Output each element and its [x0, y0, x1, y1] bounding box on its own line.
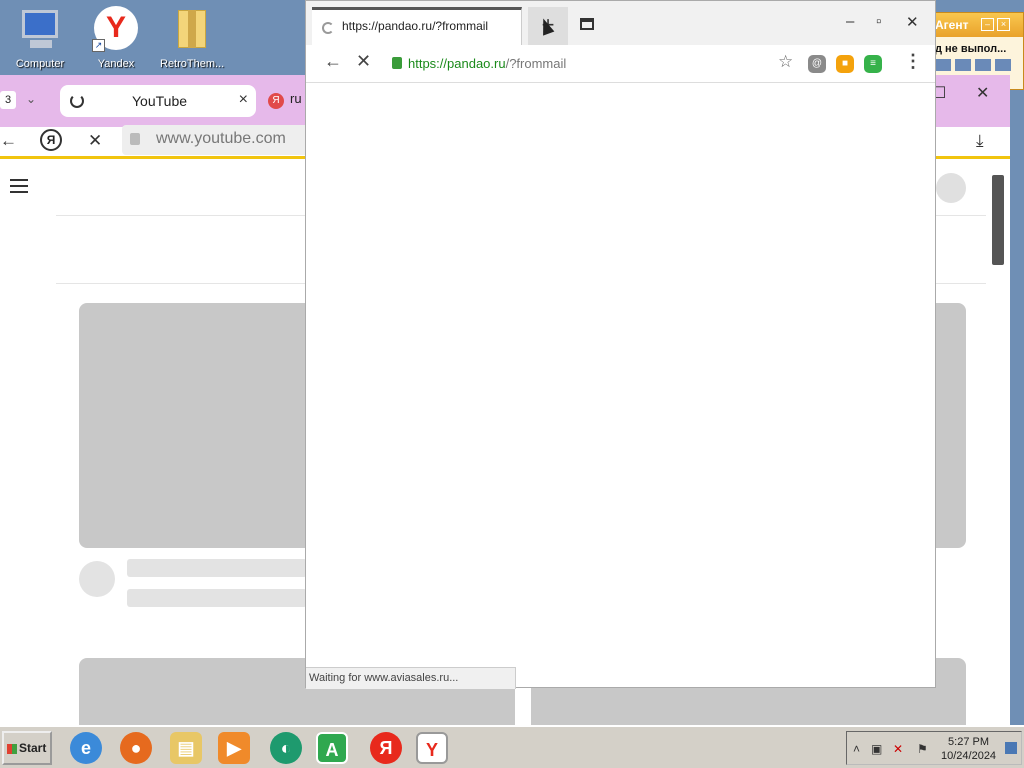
yandex-browser-icon[interactable]: Y — [416, 732, 448, 764]
clock-date: 10/24/2024 — [941, 750, 997, 762]
tab-count-badge[interactable]: 3 — [0, 91, 16, 109]
agent-tool-icon[interactable] — [975, 59, 991, 71]
shortcut-arrow-icon: ↗ — [92, 39, 105, 52]
url-scheme: https:// — [408, 56, 448, 71]
agent-tool-icon[interactable] — [955, 59, 971, 71]
background-address-bar[interactable]: www.youtube.com — [122, 125, 308, 155]
menu-icon[interactable] — [10, 179, 28, 193]
status-bar: Waiting for www.aviasales.ru... — [306, 667, 516, 689]
popup-address-bar[interactable]: https://pandao.ru/?frommail — [380, 49, 780, 79]
popup-browser-window[interactable]: https://pandao.ru/?frommail + – ▫ ✕ ← ✕ … — [305, 0, 936, 689]
agent-tool-icon[interactable] — [995, 59, 1011, 71]
network-icon[interactable]: ▣ — [871, 742, 882, 756]
tab-title: YouTube — [132, 93, 188, 109]
computer-icon — [16, 4, 64, 52]
popup-tab-strip: https://pandao.ru/?frommail + – ▫ ✕ — [306, 1, 935, 45]
internet-explorer-icon[interactable]: e — [70, 732, 102, 764]
stop-icon[interactable]: ✕ — [356, 51, 371, 72]
close-icon[interactable]: ✕ — [976, 83, 989, 103]
yandex-browser-icon: Y ↗ — [92, 4, 140, 52]
close-icon[interactable]: × — [239, 91, 248, 109]
list-extension-icon[interactable]: ≡ — [864, 55, 882, 73]
popup-toolbar: ← ✕ https://pandao.ru/?frommail ☆ @ ■ ≡ … — [306, 45, 935, 83]
media-player-icon[interactable]: ▶ — [218, 732, 250, 764]
agent-app-icon[interactable]: A — [316, 732, 348, 764]
windows-flag-icon — [7, 743, 17, 754]
loading-spinner-icon — [70, 94, 84, 108]
clock[interactable]: 5:27 PM 10/24/2024 — [941, 735, 996, 763]
agent-toolbar — [935, 59, 1019, 71]
tab-title: ru — [290, 91, 302, 106]
close-icon[interactable]: × — [997, 18, 1010, 31]
volume-muted-icon[interactable]: ✕ — [893, 742, 903, 756]
scrollbar-thumb[interactable] — [992, 175, 1004, 265]
maximize-icon[interactable]: ▫ — [876, 13, 881, 30]
back-icon[interactable]: ← — [324, 51, 342, 72]
tab-search-icon[interactable] — [580, 18, 594, 30]
tab-ru[interactable]: Яru — [268, 91, 302, 109]
minimize-icon[interactable]: – — [981, 18, 994, 31]
taskbar: Start e ● ▤ ▶ ◐ A Я Y ˄ ▣ ✕ ⚑ 5:27 PM 10… — [0, 725, 1024, 768]
start-label: Start — [19, 741, 47, 755]
url-host: pandao.ru — [447, 56, 506, 71]
start-button[interactable]: Start — [2, 731, 52, 765]
url-path: /?frommail — [505, 56, 567, 71]
desktop-icon-label: RetroThem... — [160, 58, 225, 70]
desktop-icon-computer[interactable]: Computer — [8, 4, 72, 70]
chevron-down-icon[interactable]: ⌄ — [26, 92, 48, 110]
clock-time: 5:27 PM — [948, 736, 990, 748]
minimize-icon[interactable]: – — [846, 13, 854, 30]
firefox-icon[interactable]: ● — [120, 732, 152, 764]
desktop-icon-label: Computer — [15, 58, 65, 70]
desktop-icon-yandex[interactable]: Y ↗ Yandex — [84, 4, 148, 70]
menu-kebab-icon[interactable]: ⋮ — [904, 51, 922, 72]
desktop-icon-retrothemes[interactable]: RetroThem... — [160, 4, 224, 70]
agent-message: д не выпол... — [935, 43, 1007, 55]
chat-extension-icon[interactable]: ■ — [836, 55, 854, 73]
desktop-icon-label: Yandex — [97, 58, 135, 70]
meta-placeholder — [127, 589, 307, 607]
show-desktop-icon[interactable] — [1005, 742, 1017, 754]
yandex-button-icon[interactable]: Я — [40, 129, 62, 151]
avatar-placeholder — [936, 173, 966, 203]
tab-pandao[interactable]: https://pandao.ru/?frommail — [312, 7, 522, 45]
tab-youtube[interactable]: YouTube × — [60, 85, 256, 117]
address-url: www.youtube.com — [156, 130, 286, 147]
lock-icon — [130, 133, 140, 145]
folder-icon — [168, 4, 216, 52]
file-explorer-icon[interactable]: ▤ — [170, 732, 202, 764]
globe-app-icon[interactable]: ◐ — [270, 732, 302, 764]
agent-tool-icon[interactable] — [935, 59, 951, 71]
title-placeholder — [127, 559, 307, 577]
tab-title: https://pandao.ru/?frommail — [342, 19, 489, 33]
mail-extension-icon[interactable]: @ — [808, 55, 826, 73]
channel-avatar-placeholder — [79, 561, 115, 597]
download-icon[interactable]: ⤓ — [976, 131, 984, 151]
secure-lock-icon — [392, 57, 402, 69]
loading-spinner-icon — [322, 22, 334, 34]
flag-icon[interactable]: ⚑ — [917, 742, 928, 756]
close-icon[interactable]: ✕ — [906, 13, 919, 31]
yandex-icon: Я — [268, 93, 284, 109]
yandex-icon[interactable]: Я — [370, 732, 402, 764]
back-icon[interactable]: ← — [0, 131, 17, 151]
bookmark-star-icon[interactable]: ☆ — [778, 52, 793, 72]
system-tray: ˄ ▣ ✕ ⚑ 5:27 PM 10/24/2024 — [846, 731, 1022, 765]
chevron-up-icon[interactable]: ˄ — [853, 742, 860, 756]
address-url: https://pandao.ru/?frommail — [408, 56, 566, 71]
stop-icon[interactable]: ✕ — [88, 131, 102, 151]
